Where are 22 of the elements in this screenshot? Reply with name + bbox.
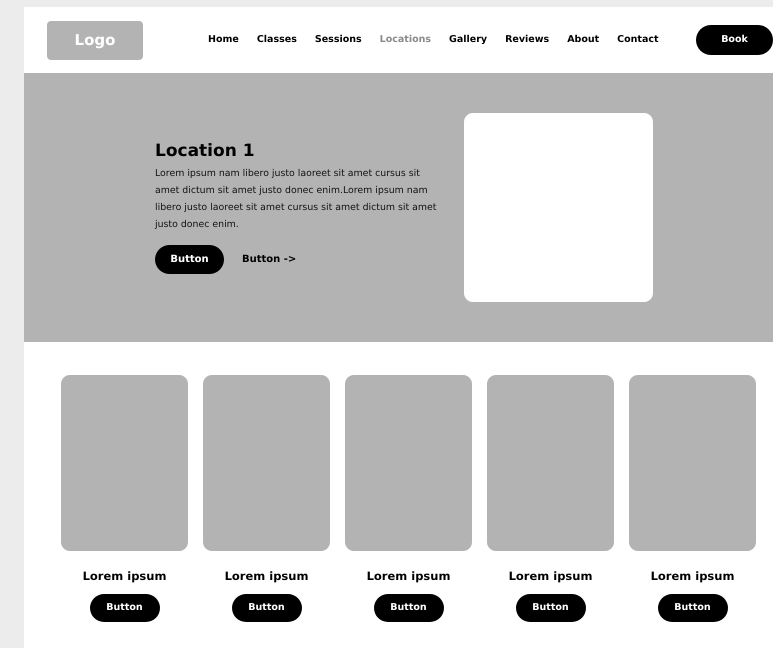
card-title: Lorem ipsum [82, 568, 166, 585]
nav-link[interactable]: Gallery [440, 32, 496, 48]
card-button[interactable]: Button [232, 594, 302, 622]
secondary-button[interactable]: Button -> [236, 251, 302, 268]
hero-title: Location 1 [155, 140, 256, 162]
card-title: Lorem ipsum [508, 568, 592, 585]
card-button[interactable]: Button [516, 594, 586, 622]
nav-link[interactable]: Reviews [496, 32, 558, 48]
book-button[interactable]: Book [696, 25, 773, 55]
card-title: Lorem ipsum [650, 568, 734, 585]
nav-link[interactable]: Sessions [306, 32, 371, 48]
nav-link[interactable]: Classes [248, 32, 306, 48]
card-button[interactable]: Button [658, 594, 728, 622]
hero-description: Lorem ipsum nam libero justo laoreet sit amet cursus sit amet dictum sit amet justo donec enim.Lorem ipsum nam libero justo laoreet sit amet cursus sit amet dictum sit amet justo donec enim. [155, 167, 438, 232]
card-button[interactable]: Button [90, 594, 160, 622]
nav-link[interactable]: Home [199, 32, 248, 48]
primary-button[interactable]: Button [155, 245, 224, 274]
card-title: Lorem ipsum [366, 568, 450, 585]
nav-link[interactable]: About [558, 32, 608, 48]
card-title: Lorem ipsum [224, 568, 308, 585]
nav-link[interactable]: Contact [608, 32, 668, 48]
card-button[interactable]: Button [374, 594, 444, 622]
